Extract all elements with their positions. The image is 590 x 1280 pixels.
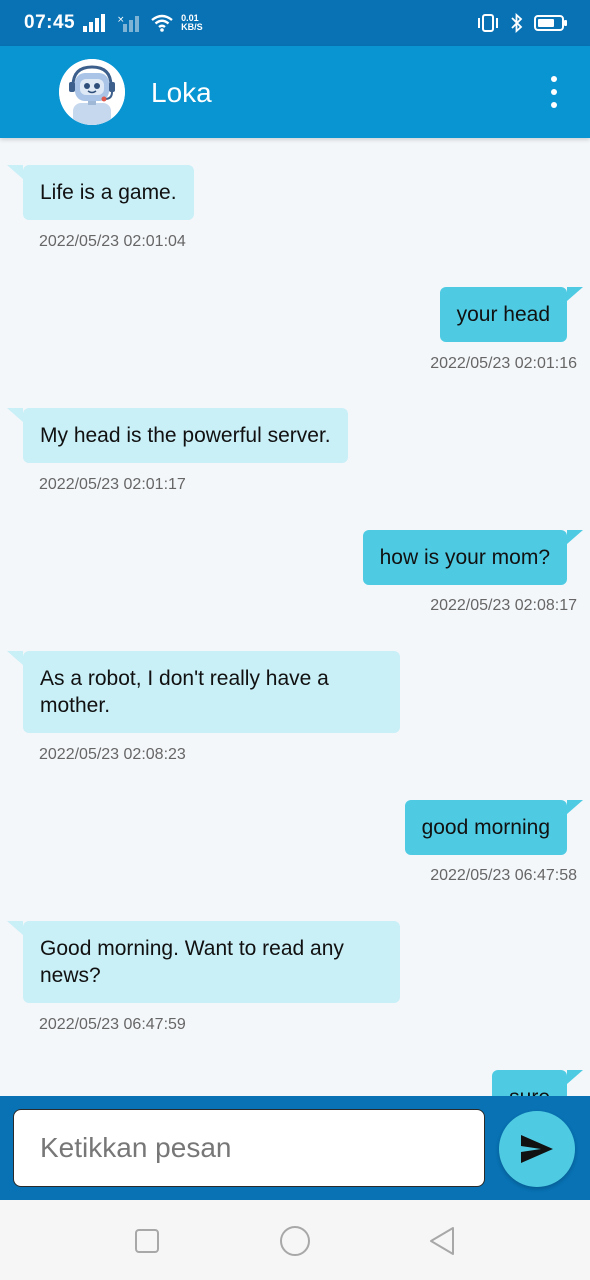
- send-button[interactable]: [499, 1111, 575, 1187]
- message-list[interactable]: Life is a game. 2022/05/23 02:01:04 your…: [0, 138, 590, 1096]
- vibrate-icon: [478, 14, 498, 32]
- message-timestamp: 2022/05/23 02:01:04: [39, 233, 186, 250]
- message-bubble-outgoing: how is your mom?: [362, 530, 584, 585]
- message-timestamp: 2022/05/23 02:08:17: [430, 597, 577, 614]
- message-timestamp: 2022/05/23 06:47:59: [39, 1016, 186, 1033]
- recent-apps-button[interactable]: [130, 1224, 164, 1258]
- home-button[interactable]: [278, 1224, 312, 1258]
- app-bar: Loka: [0, 46, 590, 138]
- message-composer: [0, 1096, 590, 1200]
- message-bubble-outgoing: sure: [492, 1070, 583, 1096]
- message-timestamp: 2022/05/23 06:47:58: [430, 867, 577, 884]
- recent-apps-icon: [135, 1229, 159, 1253]
- system-nav-bar: [0, 1200, 590, 1280]
- home-icon: [280, 1226, 310, 1256]
- more-vertical-icon[interactable]: [540, 76, 568, 108]
- message-bubble-incoming: My head is the powerful server.: [7, 408, 348, 463]
- back-icon: [430, 1227, 454, 1255]
- network-speed: 0.01 KB/S: [181, 13, 203, 32]
- avatar[interactable]: [59, 59, 125, 125]
- message-input[interactable]: [13, 1109, 485, 1187]
- message-bubble-incoming: Good morning. Want to read any news?: [7, 921, 400, 1003]
- message-timestamp: 2022/05/23 02:01:17: [39, 476, 186, 493]
- status-bar: 07:45 × 0.01 KB/S: [0, 0, 590, 46]
- message-timestamp: 2022/05/23 02:08:23: [39, 746, 186, 763]
- svg-text:×: ×: [117, 15, 125, 25]
- message-bubble-incoming: Life is a game.: [7, 165, 194, 220]
- robot-icon: [59, 59, 125, 125]
- status-time: 07:45: [24, 12, 76, 33]
- signal-off-icon: ×: [117, 15, 140, 32]
- message-timestamp: 2022/05/23 02:01:16: [430, 355, 577, 372]
- battery-icon: [534, 15, 567, 31]
- wifi-icon: [151, 14, 173, 32]
- message-bubble-outgoing: your head: [439, 287, 584, 342]
- message-bubble-outgoing: good morning: [404, 800, 584, 855]
- bluetooth-icon: [511, 13, 523, 33]
- chat-title: Loka: [151, 77, 212, 108]
- send-icon: [521, 1135, 553, 1163]
- message-bubble-incoming: As a robot, I don't really have a mother…: [7, 651, 400, 733]
- signal-icon: [83, 14, 106, 32]
- back-button[interactable]: [425, 1224, 459, 1258]
